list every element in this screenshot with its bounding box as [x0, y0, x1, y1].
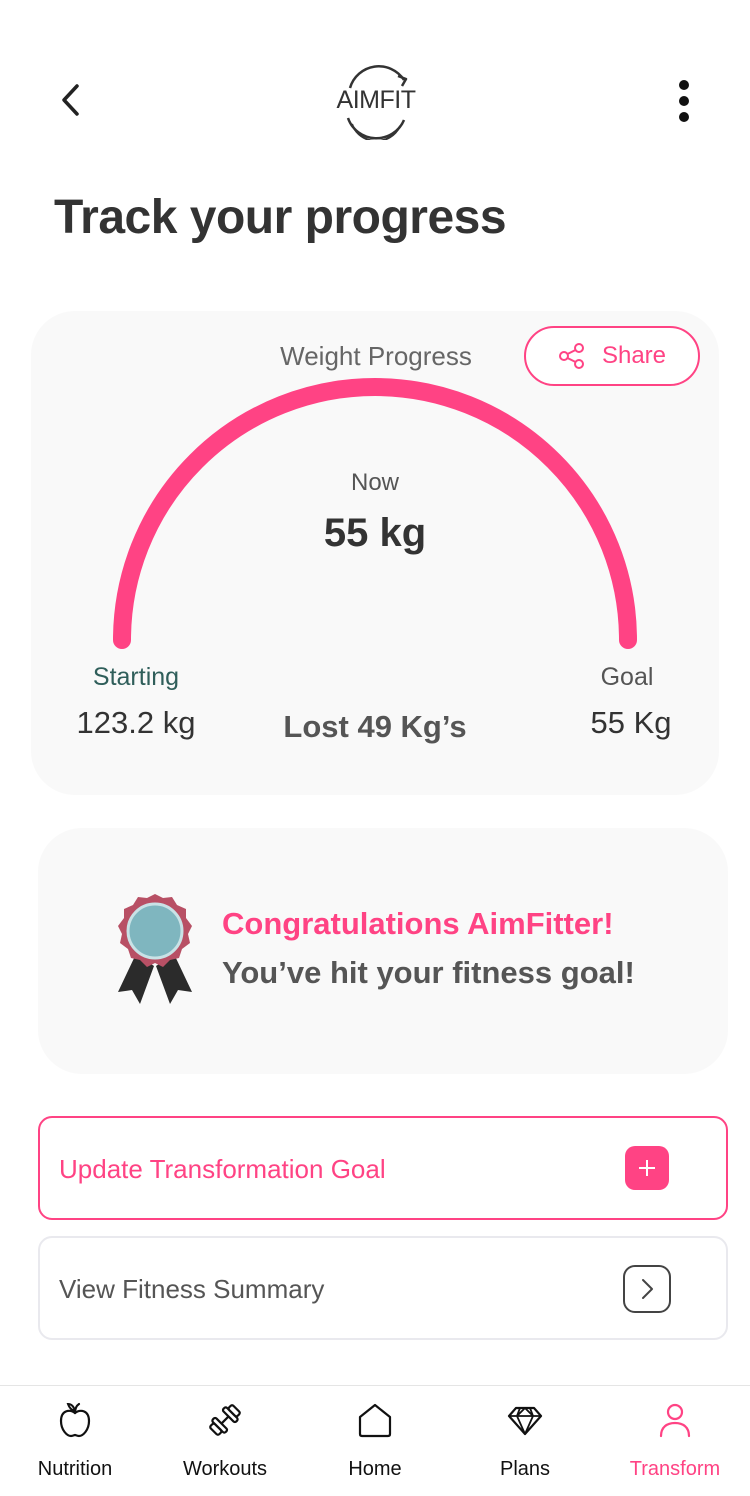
view-fitness-summary-button[interactable]: View Fitness Summary: [38, 1236, 728, 1340]
nav-item-transform[interactable]: Transform: [600, 1386, 750, 1496]
nav-label-home: Home: [348, 1458, 402, 1480]
plus-icon: [625, 1146, 669, 1190]
nav-label-nutrition: Nutrition: [37, 1458, 113, 1480]
bottom-navigation: Nutrition Workouts Home Plans Transform: [0, 1385, 750, 1496]
aimfit-logo: AIMFIT: [332, 64, 420, 140]
congratulations-card: Congratulations AimFitter! You’ve hit yo…: [38, 828, 728, 1074]
dot: [679, 80, 689, 90]
nav-label-transform: Transform: [629, 1458, 721, 1480]
person-icon: [655, 1400, 695, 1440]
congratulations-title: Congratulations AimFitter!: [222, 906, 614, 941]
weight-progress-card: Weight Progress Share Now 55 kg Starting…: [31, 311, 719, 795]
weight-progress-title: Weight Progress: [280, 341, 472, 371]
chevron-right-icon: [623, 1265, 671, 1313]
weight-lost-value: Lost 49 Kg’s: [283, 709, 467, 744]
dumbbell-icon: [205, 1400, 245, 1440]
home-icon: [355, 1400, 395, 1440]
share-button[interactable]: Share: [524, 326, 700, 386]
logo-text: AIMFIT: [336, 86, 416, 114]
page-title: Track your progress: [54, 191, 507, 244]
congratulations-subtitle: You’ve hit your fitness goal!: [222, 955, 635, 990]
award-ribbon-icon: [118, 894, 192, 1004]
diamond-icon: [505, 1400, 545, 1440]
dot: [679, 112, 689, 122]
dot: [679, 96, 689, 106]
goal-label: Goal: [600, 663, 654, 691]
nav-label-plans: Plans: [499, 1458, 551, 1480]
fitness-summary-label: View Fitness Summary: [59, 1274, 325, 1304]
goal-weight-value: 55 Kg: [590, 705, 672, 740]
share-label: Share: [601, 342, 667, 369]
starting-label: Starting: [92, 663, 180, 691]
starting-weight-value: 123.2 kg: [76, 705, 196, 740]
apple-icon: [55, 1400, 95, 1440]
update-transformation-goal-button[interactable]: Update Transformation Goal: [38, 1116, 728, 1220]
track-progress-screen: AIMFIT Track your progress Weight Progre…: [0, 0, 750, 1496]
nav-item-home[interactable]: Home: [300, 1386, 450, 1496]
update-goal-label: Update Transformation Goal: [59, 1154, 386, 1184]
nav-item-workouts[interactable]: Workouts: [150, 1386, 300, 1496]
chevron-left-icon: [62, 84, 79, 116]
share-icon: [558, 343, 584, 369]
nav-label-workouts: Workouts: [182, 1458, 268, 1480]
back-button[interactable]: [50, 80, 90, 120]
nav-item-nutrition[interactable]: Nutrition: [0, 1386, 150, 1496]
more-options-button[interactable]: [664, 76, 704, 126]
now-weight-value: 55 kg: [323, 511, 427, 555]
now-label: Now: [350, 469, 399, 496]
nav-item-plans[interactable]: Plans: [450, 1386, 600, 1496]
